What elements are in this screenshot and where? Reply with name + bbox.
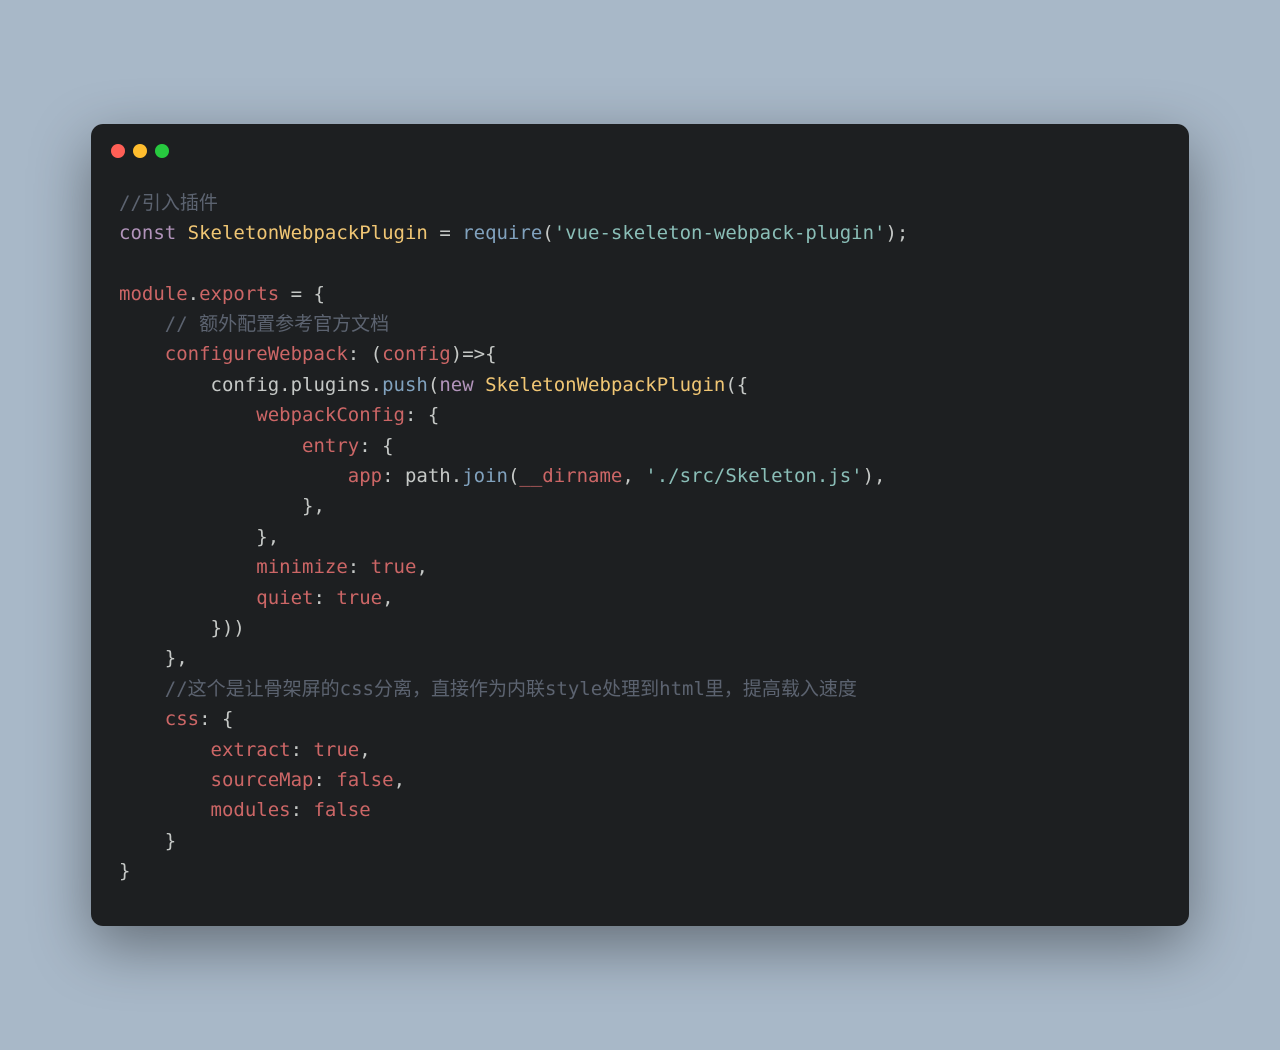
code-operator: =	[428, 222, 462, 244]
code-block: //引入插件 const SkeletonWebpackPlugin = req…	[91, 168, 1189, 897]
code-punct: = {	[279, 283, 325, 305]
code-punct: :	[313, 587, 336, 609]
code-punct: )=>{	[451, 343, 497, 365]
code-string: './src/Skeleton.js'	[645, 465, 862, 487]
code-punct: },	[119, 526, 279, 548]
code-punct: (	[428, 374, 439, 396]
code-punct: ,	[394, 769, 405, 791]
code-punct: ({	[725, 374, 748, 396]
code-punct: ,	[622, 465, 645, 487]
code-boolean: false	[313, 799, 370, 821]
code-property: minimize	[119, 556, 348, 578]
code-punct: );	[885, 222, 908, 244]
code-space	[474, 374, 485, 396]
minimize-icon[interactable]	[133, 144, 147, 158]
code-punct: : {	[405, 404, 439, 426]
code-keyword: new	[439, 374, 473, 396]
code-punct: ,	[359, 739, 370, 761]
code-comment: // 额外配置参考官方文档	[119, 313, 389, 335]
code-property: module	[119, 283, 188, 305]
code-property: quiet	[119, 587, 313, 609]
code-property: css	[119, 708, 199, 730]
code-property: modules	[119, 799, 291, 821]
code-comment: //引入插件	[119, 192, 218, 214]
code-punct: }	[119, 860, 130, 882]
code-classname: SkeletonWebpackPlugin	[485, 374, 725, 396]
code-boolean: true	[336, 587, 382, 609]
code-function: join	[462, 465, 508, 487]
code-text: config.plugins.	[119, 374, 382, 396]
code-punct: ,	[382, 587, 393, 609]
code-function: require	[462, 222, 542, 244]
code-boolean: false	[336, 769, 393, 791]
code-property: __dirname	[519, 465, 622, 487]
code-punct: }	[119, 830, 176, 852]
code-punct: : {	[359, 435, 393, 457]
window-titlebar	[91, 144, 1189, 168]
code-property: extract	[119, 739, 291, 761]
code-window: //引入插件 const SkeletonWebpackPlugin = req…	[91, 124, 1189, 927]
code-property: configureWebpack	[119, 343, 348, 365]
code-boolean: true	[313, 739, 359, 761]
code-keyword: const	[119, 222, 176, 244]
code-punct: : {	[199, 708, 233, 730]
code-boolean: true	[371, 556, 417, 578]
code-function: push	[382, 374, 428, 396]
code-property: app	[119, 465, 382, 487]
code-string: 'vue-skeleton-webpack-plugin'	[554, 222, 886, 244]
code-punct: :	[291, 739, 314, 761]
code-property: sourceMap	[119, 769, 313, 791]
code-punct: :	[313, 769, 336, 791]
code-punct: :	[348, 556, 371, 578]
code-punct: },	[119, 495, 325, 517]
code-punct: }))	[119, 617, 245, 639]
code-punct: ,	[416, 556, 427, 578]
code-property: webpackConfig	[119, 404, 405, 426]
code-param: config	[382, 343, 451, 365]
maximize-icon[interactable]	[155, 144, 169, 158]
code-property: exports	[199, 283, 279, 305]
code-punct: :	[291, 799, 314, 821]
code-classname: SkeletonWebpackPlugin	[188, 222, 428, 244]
close-icon[interactable]	[111, 144, 125, 158]
code-punct: (	[508, 465, 519, 487]
code-punct: .	[188, 283, 199, 305]
code-property: entry	[119, 435, 359, 457]
code-punct: : (	[348, 343, 382, 365]
code-punct: : path.	[382, 465, 462, 487]
code-comment: //这个是让骨架屏的css分离，直接作为内联style处理到html里，提高载入…	[119, 678, 857, 700]
code-punct: (	[542, 222, 553, 244]
code-punct: },	[119, 647, 188, 669]
code-punct: ),	[863, 465, 886, 487]
